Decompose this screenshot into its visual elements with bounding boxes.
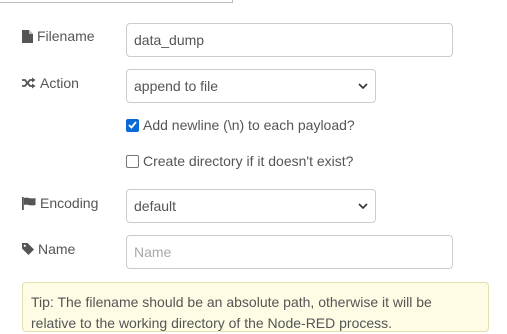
filename-value: data_dump — [134, 32, 205, 48]
tip-text: Tip: The filename should be an absolute … — [31, 294, 432, 331]
filename-row: Filename — [22, 28, 95, 44]
filename-input[interactable]: data_dump — [126, 23, 453, 57]
tab-strip — [0, 0, 507, 3]
action-row: Action — [22, 75, 79, 91]
add-newline-row[interactable]: Add newline (\n) to each payload? — [126, 117, 355, 133]
filename-label-text: Filename — [37, 28, 95, 44]
add-newline-checkbox[interactable] — [126, 118, 139, 132]
encoding-row: Encoding — [22, 195, 98, 211]
create-dir-checkbox[interactable] — [126, 154, 139, 168]
name-row: Name — [22, 241, 75, 257]
action-select[interactable]: append to file — [126, 69, 376, 103]
action-label-text: Action — [40, 75, 79, 91]
name-placeholder: Name — [134, 244, 172, 260]
create-dir-label: Create directory if it doesn't exist? — [143, 153, 354, 169]
encoding-label-text: Encoding — [40, 195, 99, 211]
shuffle-icon — [22, 77, 36, 89]
file-icon — [22, 29, 33, 43]
checkmark-icon — [128, 121, 137, 129]
encoding-select[interactable]: default — [126, 189, 376, 223]
tab-divider — [0, 2, 232, 3]
add-newline-label: Add newline (\n) to each payload? — [143, 117, 355, 133]
tag-icon — [22, 243, 34, 255]
name-label-text: Name — [38, 241, 76, 257]
encoding-label: Encoding — [22, 195, 98, 211]
action-label: Action — [22, 75, 79, 91]
filename-label: Filename — [22, 28, 95, 44]
action-value: append to file — [134, 78, 219, 94]
name-input[interactable]: Name — [126, 235, 453, 269]
encoding-value: default — [134, 198, 177, 214]
name-label: Name — [22, 241, 75, 257]
tip-box: Tip: The filename should be an absolute … — [22, 282, 489, 332]
chevron-down-icon — [358, 200, 368, 212]
chevron-down-icon — [358, 80, 368, 92]
create-dir-row[interactable]: Create directory if it doesn't exist? — [126, 153, 353, 169]
flag-icon — [22, 196, 36, 210]
tab-edge — [232, 0, 233, 3]
